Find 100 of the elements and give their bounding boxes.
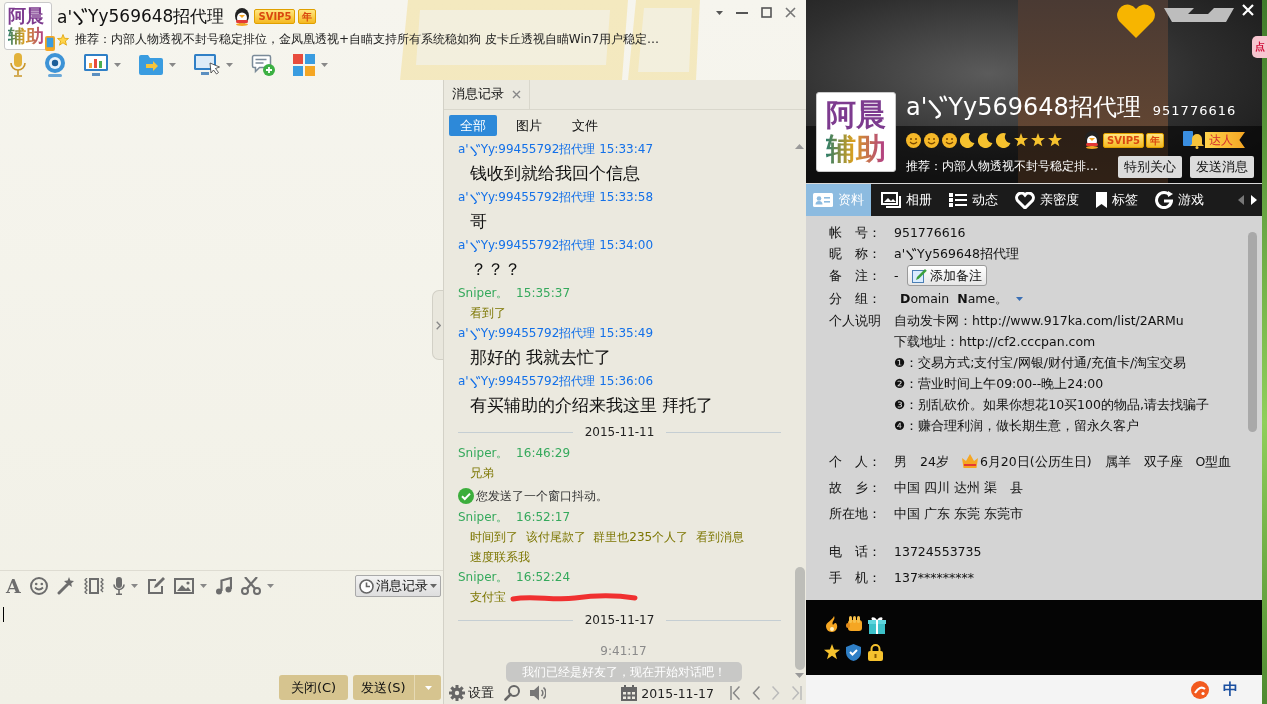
smiley-icon[interactable] (29, 577, 48, 595)
scissors-icon[interactable] (240, 577, 261, 595)
caret-icon[interactable] (266, 584, 274, 588)
id-card-icon[interactable] (813, 193, 833, 207)
profile-tab[interactable]: 亲密度 (1008, 184, 1086, 216)
field-label: 昵 称： (829, 245, 881, 263)
star-icon (1014, 133, 1028, 147)
microphone-icon[interactable] (10, 52, 26, 77)
message-header: Yy:99455792招代理 15:33:58 (480, 189, 654, 206)
profile-name: a' (906, 93, 928, 121)
star-icon (824, 644, 840, 660)
field-label: 分 组： (829, 290, 881, 308)
menu-caret-icon[interactable] (716, 10, 723, 15)
previous-icon[interactable] (752, 686, 760, 700)
vibrate-icon[interactable] (83, 578, 104, 594)
crescent-moon-icon (960, 132, 975, 148)
profile-tab[interactable]: 相册 (874, 184, 939, 216)
scrollbar-thumb[interactable] (794, 567, 805, 670)
webcam-icon[interactable] (44, 52, 66, 77)
close-button[interactable]: 关闭(C) (279, 675, 348, 700)
profile-tab[interactable]: 动态 (942, 184, 1005, 216)
speaker-icon[interactable] (530, 685, 546, 701)
caret-icon[interactable] (114, 62, 121, 67)
music-note-icon[interactable] (215, 577, 232, 595)
calendar-icon[interactable] (621, 685, 638, 701)
filter-tab[interactable]: 文件 (561, 115, 609, 136)
swirl-logo-icon[interactable] (1191, 680, 1209, 699)
message-text: ？？？ (470, 258, 521, 281)
profile-attribute: 属羊 (1104, 452, 1131, 471)
first-page-icon[interactable] (730, 686, 740, 700)
field-value: 13724553735 (894, 542, 982, 561)
field-label: 帐 号： (829, 224, 881, 242)
message-header: a' (458, 373, 469, 390)
scroll-down-icon[interactable] (795, 673, 804, 678)
caret-icon[interactable] (169, 62, 176, 67)
profile-attribute: 24岁 (920, 452, 949, 471)
message-header: Sniper。 16:46:29 (458, 445, 570, 462)
history-tab[interactable]: 消息记录 (444, 80, 530, 109)
field-value: - (894, 267, 899, 285)
chart-monitor-icon[interactable] (84, 53, 108, 76)
desktop-tag: 点 (1252, 36, 1267, 58)
settings-button[interactable]: 设置 (449, 684, 494, 702)
profile-tab[interactable]: 标签 (1089, 184, 1145, 216)
send-button[interactable]: 发送(S) (353, 675, 415, 700)
message-header: Sniper。 15:35:37 (458, 285, 570, 302)
caret-icon[interactable] (226, 62, 233, 67)
apps-grid-icon[interactable] (293, 53, 315, 76)
filter-tab[interactable]: 图片 (505, 115, 553, 136)
caret-icon[interactable] (321, 62, 328, 67)
squiggle-mark-icon (469, 375, 480, 388)
circular-arrow-icon[interactable] (1155, 191, 1173, 209)
monitor-cursor-icon[interactable] (194, 53, 220, 76)
crescent-moon-icon (996, 132, 1011, 148)
bookmark-icon[interactable] (1096, 192, 1107, 208)
folder-arrow-icon[interactable] (139, 54, 163, 75)
collapse-handle[interactable] (432, 290, 443, 360)
microphone-icon[interactable] (112, 577, 125, 595)
avatar-text: 辅助 (826, 132, 886, 166)
message-header: a' (458, 189, 469, 206)
search-icon[interactable] (504, 685, 520, 701)
image-icon[interactable] (173, 578, 194, 594)
account-number: 951776616 (1152, 102, 1237, 118)
caret-icon[interactable] (1016, 296, 1024, 301)
list-icon[interactable] (949, 193, 967, 207)
magic-wand-icon[interactable] (56, 577, 75, 595)
message-history-button[interactable]: 消息记录 (355, 575, 441, 597)
caret-icon[interactable] (430, 584, 437, 588)
scroll-up-icon[interactable] (795, 144, 804, 149)
profile-tab[interactable]: 游戏 (1148, 184, 1211, 216)
message-text: 哥 (470, 210, 487, 233)
heart-logo-icon (1116, 4, 1156, 38)
send-message-button[interactable]: 发送消息 (1190, 155, 1254, 178)
field-label: 个 人： (829, 452, 881, 471)
penguin-icon (233, 7, 252, 26)
squiggle-mark-icon (469, 327, 480, 340)
gift-box-icon (868, 616, 886, 634)
group-select[interactable]: Domain Name。 (894, 288, 1024, 309)
caret-icon[interactable] (130, 584, 138, 588)
add-remark-button[interactable]: 添加备注 (906, 265, 987, 286)
description-line: ❶：交易方式;支付宝/网银/财付通/充值卡/淘宝交易 (894, 354, 1187, 372)
field-value: 951776616 (894, 224, 966, 242)
star-icon (1031, 133, 1045, 147)
maximize-icon[interactable] (761, 7, 772, 18)
gear-icon (449, 685, 465, 701)
photo-frame-icon[interactable] (881, 192, 901, 208)
caret-right-icon[interactable] (1251, 195, 1257, 205)
chat-plus-icon[interactable] (251, 53, 275, 76)
filter-tab[interactable]: 全部 (449, 115, 497, 136)
scrollbar-thumb[interactable] (1248, 232, 1257, 432)
minimize-icon[interactable] (736, 11, 748, 14)
font-button[interactable]: A (6, 576, 21, 596)
message-text: 兄弟 (470, 465, 494, 482)
caret-icon[interactable] (199, 584, 207, 588)
field-value: Yy569648招代理 (917, 245, 1019, 263)
follow-button[interactable]: 特别关心 (1118, 155, 1182, 178)
edit-icon[interactable] (146, 577, 165, 595)
heart-icon[interactable] (1015, 191, 1035, 209)
ime-mode-label[interactable]: 中 (1223, 680, 1238, 699)
shield-icon (846, 644, 861, 661)
caret-left-icon[interactable] (1238, 195, 1244, 205)
